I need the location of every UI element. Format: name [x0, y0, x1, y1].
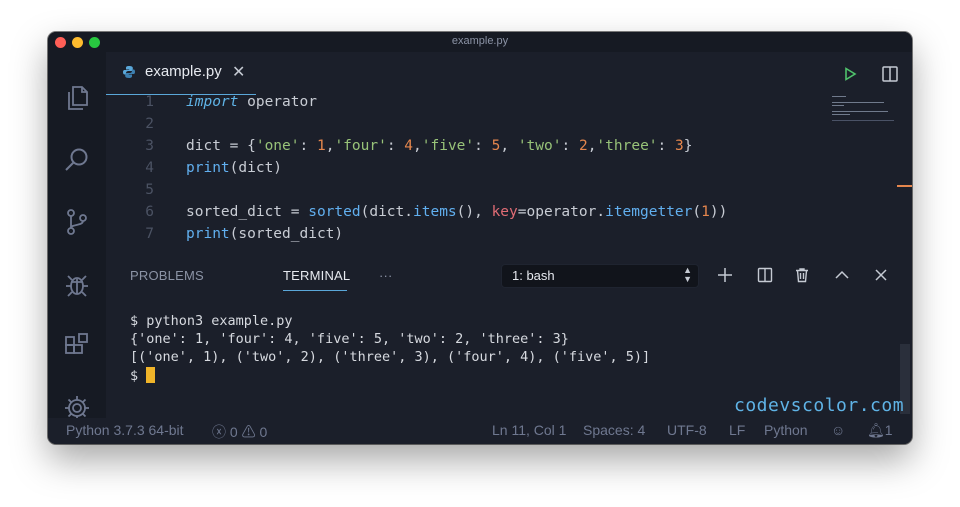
run-icon[interactable]	[839, 63, 861, 85]
python-file-icon	[123, 66, 135, 78]
end-of-line[interactable]: LF	[729, 422, 745, 438]
search-icon[interactable]	[59, 142, 95, 178]
line-number: 4	[145, 160, 154, 176]
terminal-line: $ python3 example.py	[130, 313, 293, 329]
tab-label: example.py	[145, 63, 222, 80]
indentation[interactable]: Spaces: 4	[583, 422, 645, 438]
bell-icon: 🔔︎	[867, 422, 885, 438]
terminal-line: {'one': 1, 'four': 4, 'five': 5, 'two': …	[130, 331, 569, 347]
line-number: 5	[145, 182, 154, 198]
terminal-line: [('one', 1), ('two', 2), ('three', 3), (…	[130, 349, 651, 365]
code-line: 7 print(sorted_dict)	[106, 226, 886, 248]
tab-example-py[interactable]: example.py ✕	[106, 52, 256, 95]
code-line: 2	[106, 116, 886, 138]
notifications[interactable]: 🔔︎1	[867, 422, 893, 439]
code-line: 5	[106, 182, 886, 204]
tab-problems[interactable]: PROBLEMS	[130, 268, 204, 283]
cursor-position[interactable]: Ln 11, Col 1	[492, 422, 566, 438]
warning-icon: ⚠	[241, 424, 256, 440]
minimap[interactable]	[832, 94, 896, 134]
code-line: 3 dict = {'one': 1,'four': 4,'five': 5, …	[106, 138, 886, 160]
error-icon: ⓧ	[212, 424, 226, 440]
language-mode[interactable]: Python	[764, 422, 808, 438]
split-terminal-icon[interactable]	[754, 264, 776, 286]
code-line: 6 sorted_dict = sorted(dict.items(), key…	[106, 204, 886, 226]
explorer-icon[interactable]	[59, 80, 95, 116]
code-line: 1 import operator	[106, 94, 886, 116]
active-tab-underline	[283, 290, 347, 291]
watermark: codevscolor.com	[734, 395, 905, 416]
title-bar: example.py	[48, 32, 912, 52]
code-editor[interactable]: 1 import operator 2 3 dict = {'one': 1,'…	[106, 94, 896, 246]
problems-status[interactable]: ⓧ 0 ⚠ 0	[212, 422, 267, 442]
window-title: example.py	[451, 35, 509, 47]
terminal-output[interactable]: $ python3 example.py {'one': 1, 'four': …	[130, 313, 650, 385]
line-number: 3	[145, 138, 154, 154]
activity-bar	[48, 52, 106, 420]
error-count: 0	[229, 424, 238, 440]
encoding[interactable]: UTF-8	[667, 422, 707, 438]
feedback-smiley-icon[interactable]: ☺	[831, 422, 845, 438]
trash-icon[interactable]	[791, 264, 813, 286]
status-bar: Python 3.7.3 64-bit ⓧ 0 ⚠ 0 Ln 11, Col 1…	[48, 418, 912, 444]
maximize-panel-icon[interactable]	[831, 264, 853, 286]
line-number: 7	[145, 226, 154, 242]
panel-more-icon[interactable]: ···	[379, 268, 393, 283]
tab-terminal[interactable]: TERMINAL	[283, 268, 350, 283]
select-arrows-icon: ▲ ▼	[683, 265, 692, 284]
code-line: 4 print(dict)	[106, 160, 886, 182]
source-control-icon[interactable]	[59, 204, 95, 240]
line-number: 2	[145, 116, 154, 132]
extensions-icon[interactable]	[59, 328, 95, 364]
close-panel-icon[interactable]	[870, 264, 892, 286]
vscode-window: example.py example.py ✕ 1 import operato…	[48, 32, 912, 444]
debug-icon[interactable]	[59, 266, 95, 302]
python-interpreter[interactable]: Python 3.7.3 64-bit	[66, 422, 184, 438]
split-editor-icon[interactable]	[879, 63, 901, 85]
line-number: 6	[145, 204, 154, 220]
notification-count: 1	[884, 422, 893, 438]
new-terminal-icon[interactable]	[714, 264, 736, 286]
terminal-prompt: $	[130, 368, 147, 384]
line-number: 1	[145, 94, 154, 110]
warning-count: 0	[259, 424, 268, 440]
tab-close-icon[interactable]: ✕	[232, 62, 245, 82]
scrollbar-marker	[897, 185, 912, 187]
terminal-select[interactable]: 1: bash ▲ ▼	[501, 264, 699, 288]
terminal-select-value: 1: bash	[512, 268, 555, 283]
editor-tab-bar: example.py ✕	[106, 52, 912, 95]
terminal-prompt-line: $	[130, 367, 650, 385]
terminal-cursor	[146, 367, 156, 383]
